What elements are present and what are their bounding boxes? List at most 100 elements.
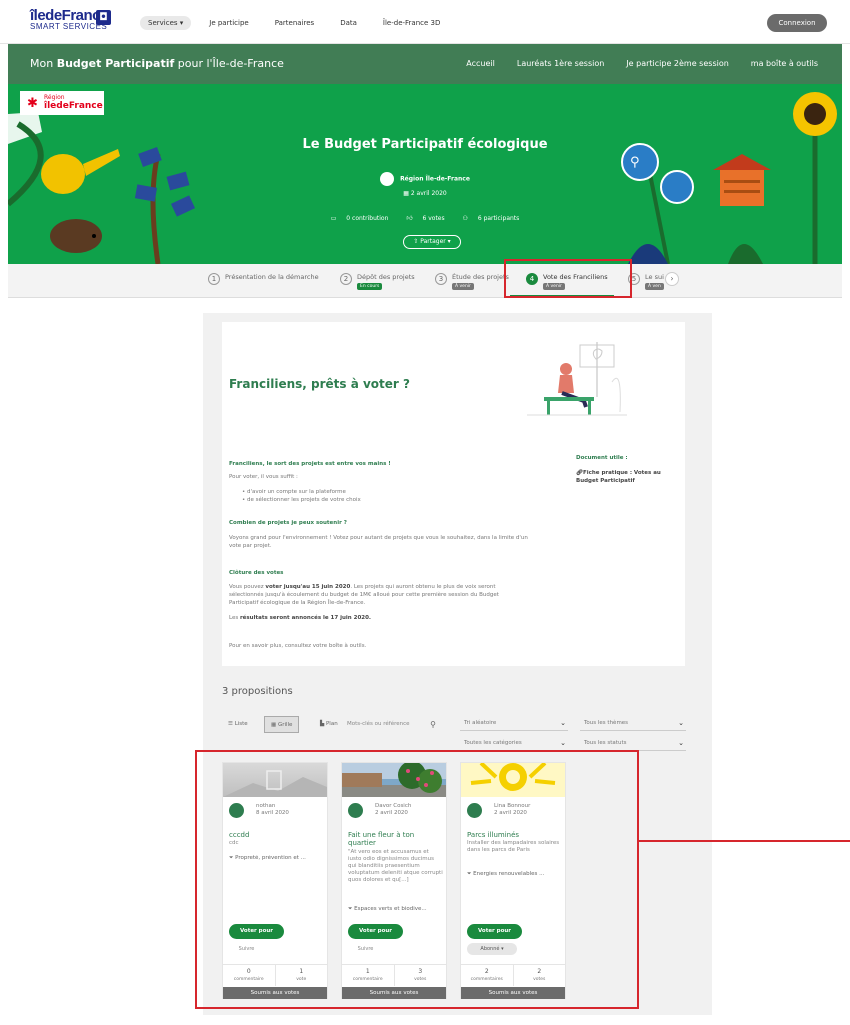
category-select-value: Toutes les catégories (464, 740, 522, 746)
calendar-icon: ▦ (403, 190, 411, 197)
step-status-badge: À venir (452, 283, 474, 290)
contribution-count: ▭ 0 contribution (327, 215, 393, 222)
step-status-badge: À ven (645, 283, 664, 290)
voting-illustration (527, 342, 627, 416)
intro-text-4a: Les (229, 615, 240, 621)
chevron-down-icon: ⌄ (678, 739, 684, 747)
contribution-count-text: 0 contribution (346, 215, 389, 222)
step-label: Le sui (645, 273, 664, 281)
intro-list-item: • de sélectionner les projets de votre c… (242, 497, 361, 503)
project-date-text: 2 avril 2020 (410, 190, 447, 197)
step-suivi[interactable]: 5 Le sui À ven (628, 273, 664, 290)
vote-count-text: 6 votes (422, 215, 445, 222)
top-nav: Services ▾ Je participe Partenaires Data… (140, 16, 458, 30)
sort-select[interactable]: Tri aléatoire ⌄ (460, 717, 568, 731)
sort-select-value: Tri aléatoire (464, 720, 497, 726)
comment-icon: ▭ (330, 215, 339, 222)
nav-services[interactable]: Services ▾ (140, 16, 192, 30)
site-banner: Mon Budget Participatif pour l'Île-de-Fr… (8, 44, 842, 84)
participant-count: ⚇ 6 participants (459, 215, 524, 222)
chevron-right-icon[interactable]: › (665, 272, 679, 286)
steps-bar: 1 Présentation de la démarche 2 Dépôt de… (8, 264, 842, 298)
organizer-avatar (380, 172, 395, 186)
chevron-down-icon: ⌄ (678, 719, 684, 727)
link-icon: 🔗︎ (576, 470, 583, 476)
grid-icon: ▦ (271, 722, 278, 728)
intro-text-3: Vous pouvez voter jusqu'au 15 juin 2020.… (229, 583, 529, 607)
menu-laureats[interactable]: Lauréats 1ère session (517, 59, 604, 68)
nav-partenaires[interactable]: Partenaires (267, 16, 322, 30)
menu-je-participe[interactable]: Je participe 2ème session (626, 59, 729, 68)
step-etude[interactable]: 3 Étude des projets À venir (435, 273, 509, 290)
intro-heading-3: Clôture des votes (229, 570, 284, 576)
share-button[interactable]: ⇧ Partager ▾ (403, 235, 461, 249)
view-list-button[interactable]: ☰ Liste (222, 716, 254, 733)
logo-mark-icon: ◘ (96, 10, 111, 25)
view-map-label: Plan (325, 721, 338, 727)
region-label-top: Région (44, 94, 65, 101)
intro-text-4: Les résultats seront annoncés le 17 juin… (229, 614, 529, 622)
view-list-label: Liste (234, 721, 248, 727)
nav-idf-3d[interactable]: Île-de-France 3D (375, 16, 448, 30)
participant-count-text: 6 participants (477, 215, 520, 222)
highlight-connector-line (639, 840, 850, 842)
site-title-bold: Budget Participatif (56, 57, 175, 70)
intro-text-3b: voter jusqu'au 15 juin 2020 (265, 584, 351, 590)
region-idf-logo[interactable]: ✱ Région îledeFrance (20, 91, 104, 115)
status-select-value: Tous les statuts (584, 740, 627, 746)
nav-je-participe[interactable]: Je participe (201, 16, 256, 30)
useful-document-link[interactable]: 🔗︎Fiche pratique : Votes au Budget Parti… (576, 469, 676, 485)
step-number: 1 (208, 273, 220, 285)
theme-select[interactable]: Tous les thèmes ⌄ (580, 717, 686, 731)
useful-document-link-text: Fiche pratique : Votes au Budget Partici… (576, 470, 661, 484)
view-grid-label: Grille (277, 722, 293, 728)
search-placeholder: Mots-clés ou référence (347, 721, 410, 727)
step-presentation[interactable]: 1 Présentation de la démarche (208, 273, 319, 285)
intro-title: Franciliens, prêts à voter ? (229, 377, 410, 391)
step-depot[interactable]: 2 Dépôt des projets En cours (340, 273, 415, 290)
highlight-box-cards (195, 750, 639, 1009)
site-menu: Accueil Lauréats 1ère session Je partici… (444, 59, 818, 68)
intro-text-4b: résultats seront annoncés le 17 juin 202… (239, 615, 372, 621)
share-label: Partager ▾ (420, 238, 451, 245)
thumbs-up-icon: 👍︎ (406, 215, 415, 222)
project-date: ▦ 2 avril 2020 (8, 190, 842, 197)
view-map-button[interactable]: ▙ Plan (314, 716, 342, 733)
step-label: Présentation de la démarche (225, 273, 319, 281)
chevron-down-icon: ⌄ (560, 719, 566, 727)
status-select[interactable]: Tous les statuts ⌄ (580, 737, 686, 751)
step-label: Dépôt des projets (357, 273, 415, 281)
intro-list-item: • d'avoir un compte sur la plateforme (242, 489, 346, 495)
intro-text-2: Voyons grand pour l'environnement ! Vote… (229, 535, 528, 549)
step-status-badge: En cours (357, 283, 383, 290)
intro-heading-2: Combien de projets je peux soutenir ? (229, 520, 347, 526)
list-icon: ☰ (228, 721, 235, 727)
intro-text-3a: Vous pouvez (229, 584, 266, 590)
intro-card: Franciliens, prêts à voter ? Franciliens… (222, 322, 685, 666)
region-label-name: îledeFrance (44, 101, 103, 111)
highlight-box-step (504, 259, 632, 298)
project-title: Le Budget Participatif écologique (302, 137, 548, 152)
chevron-down-icon: ⌄ (560, 739, 566, 747)
region-star-icon: ✱ (27, 96, 38, 111)
project-stats: ▭ 0 contribution 👍︎ 6 votes ⚇ 6 particip… (8, 214, 842, 222)
step-number: 2 (340, 273, 352, 285)
theme-select-value: Tous les thèmes (584, 720, 629, 726)
site-title[interactable]: Mon Budget Participatif pour l'Île-de-Fr… (30, 57, 284, 70)
intro-text-1: Pour voter, il vous suffit : (229, 474, 298, 480)
view-grid-button[interactable]: ▦ Grille (264, 716, 300, 733)
organizer-name: Région Île-de-France (400, 175, 470, 183)
top-header: îledeFrance SMART SERVICES ◘ Services ▾ … (0, 0, 850, 44)
login-button[interactable]: Connexion (767, 14, 827, 32)
intro-heading-1: Franciliens, le sort des projets est ent… (229, 461, 391, 467)
category-select[interactable]: Toutes les catégories ⌄ (460, 737, 568, 751)
menu-boite-outils[interactable]: ma boîte à outils (751, 59, 818, 68)
nav-data[interactable]: Data (332, 16, 365, 30)
project-organizer[interactable]: Région Île-de-France (8, 172, 842, 186)
menu-accueil[interactable]: Accueil (466, 59, 495, 68)
search-icon[interactable]: ⚲ (430, 716, 436, 733)
search-input[interactable]: Mots-clés ou référence ⚲ (344, 716, 444, 733)
step-number: 3 (435, 273, 447, 285)
site-title-prefix: Mon (30, 57, 57, 70)
vote-count: 👍︎ 6 votes (402, 215, 448, 222)
